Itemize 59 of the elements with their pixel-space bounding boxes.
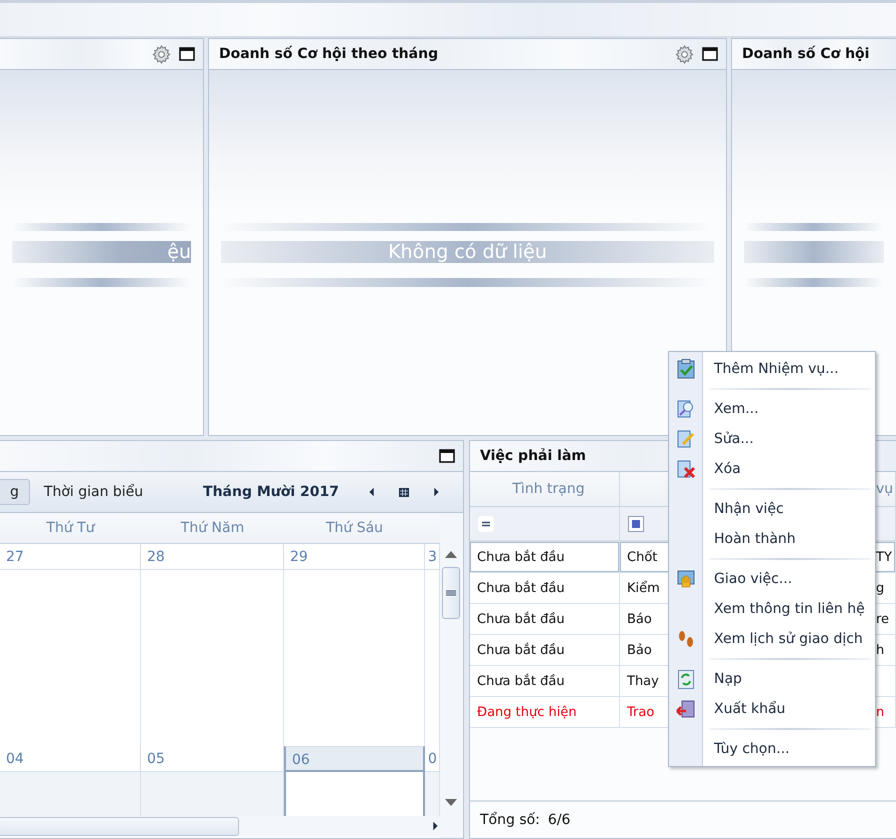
pencil-icon [677,430,695,448]
settings-icon[interactable] [152,44,171,64]
menu-item[interactable]: Thêm Nhiệm vụ... [669,354,875,384]
grid-icon [399,488,409,496]
date-cell[interactable]: 0 [425,746,440,772]
export-icon [676,700,696,718]
table-cell: Chưa bắt đầu [470,573,620,604]
maximize-icon[interactable] [439,449,455,463]
weekday-header: Thứ Sáu [284,513,425,544]
settings-icon[interactable] [675,44,694,64]
scroll-up-icon[interactable] [444,549,458,561]
date-cell[interactable]: 29 [284,544,425,570]
menu-item[interactable]: Nhận việc [669,494,875,524]
panel-title: Việc phải làm [480,448,587,464]
menu-item[interactable]: Xuất khẩu [669,694,875,724]
menu-item[interactable]: Xóa [669,454,875,484]
date-cell[interactable]: 28 [141,544,284,570]
delete-icon [676,460,696,478]
filter-cell[interactable] [470,507,620,542]
date-cell[interactable]: 27 [0,544,141,570]
menu-item[interactable]: Nạp [669,664,875,694]
maximize-icon[interactable] [179,47,195,61]
table-cell: Chưa bắt đầu [470,666,620,697]
equals-icon[interactable] [478,516,494,532]
date-cell[interactable]: 04 [0,746,141,772]
scroll-thumb[interactable] [0,816,239,836]
menu-item[interactable]: Xem... [669,394,875,424]
no-data-message: Không có dữ liệu [388,241,547,263]
view-tab[interactable]: g [0,479,30,505]
no-data-message: ệu [167,241,191,263]
view-tab[interactable]: Thời gian biểu [32,479,156,505]
maximize-icon[interactable] [702,47,718,61]
vertical-scrollbar[interactable] [440,513,462,838]
date-cell[interactable]: 3 [425,544,440,570]
date-cell[interactable]: 05 [141,746,284,772]
table-cell: Chưa bắt đầu [470,542,620,573]
menu-item[interactable]: Sửa... [669,424,875,454]
table-cell: Chưa bắt đầu [470,635,620,666]
scroll-down-icon[interactable] [444,796,458,808]
table-cell: Chưa bắt đầu [470,604,620,635]
panel-title: Doanh số Cơ hội theo tháng [219,46,440,62]
hand-icon [677,570,695,588]
month-title: Tháng Mười 2017 [203,484,339,500]
day-cell[interactable] [284,772,425,816]
weekday-header: Thứ Năm [141,513,284,544]
panel-title: Doanh số Cơ hội [742,46,870,62]
grip-icon [446,590,456,596]
total-label: Tổng số: [480,812,540,828]
magnifier-icon [677,400,695,418]
menu-item[interactable]: Tùy chọn... [669,734,875,764]
clipboard-check-icon [677,359,695,379]
checkbox-icon[interactable] [628,516,644,532]
total-count: 6/6 [548,812,570,828]
scroll-thumb[interactable] [442,567,460,619]
refresh-icon [678,670,694,688]
weekday-header: Thứ Tư [0,513,141,544]
table-cell: Đang thực hiện [470,697,620,728]
footprints-icon [676,630,696,648]
horizontal-scrollbar[interactable] [0,816,440,836]
